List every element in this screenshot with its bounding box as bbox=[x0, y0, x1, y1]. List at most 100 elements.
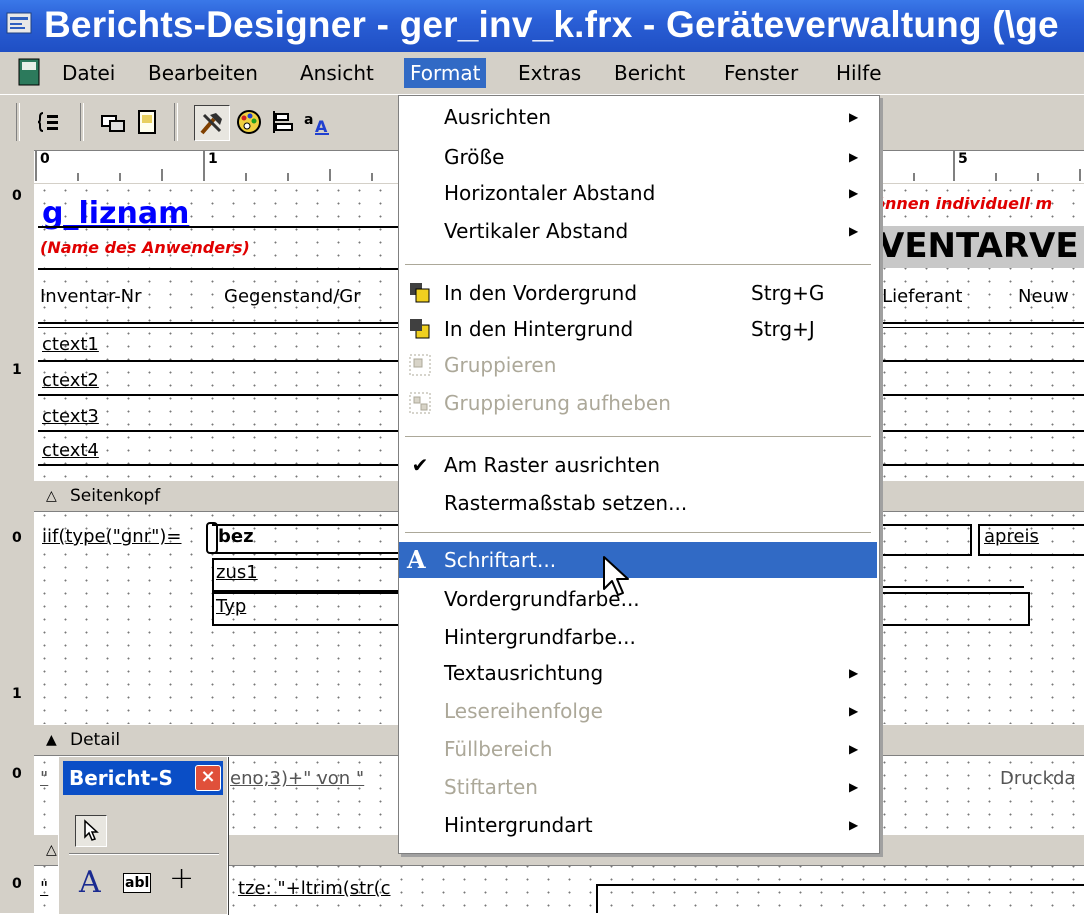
menu-item-schriftart[interactable]: A Schriftart... bbox=[399, 542, 877, 578]
menu-item-hintergrundart[interactable]: Hintergrundart ▶ bbox=[399, 808, 877, 842]
field-zus1-frame[interactable]: zus1 bbox=[212, 558, 404, 592]
field-ctext4[interactable]: ctext4 bbox=[42, 440, 99, 461]
menu-item-am-raster-ausrichten[interactable]: ✔ Am Raster ausrichten bbox=[399, 448, 877, 482]
vertical-ruler: 0 1 0 1 0 0 bbox=[0, 184, 34, 913]
menu-item-groesse[interactable]: Größe ▶ bbox=[399, 140, 877, 174]
menu-item-stiftarten[interactable]: Stiftarten ▶ bbox=[399, 770, 877, 804]
checkmark-icon: ✔ bbox=[411, 453, 429, 477]
field-apreis-frame[interactable]: apreis bbox=[978, 524, 1084, 556]
menu-item-lesereihenfolge[interactable]: Lesereihenfolge ▶ bbox=[399, 694, 877, 728]
ctext-line bbox=[38, 360, 398, 362]
toolbar-separator bbox=[16, 103, 20, 141]
app-menu-icon[interactable] bbox=[16, 58, 42, 86]
field-bez-frame bbox=[212, 524, 402, 554]
page-icon[interactable] bbox=[130, 105, 164, 139]
vruler-number: 1 bbox=[12, 686, 22, 702]
menu-item-fuellbereich[interactable]: Füllbereich ▶ bbox=[399, 732, 877, 766]
menu-item-hintergrund[interactable]: In den Hintergrund Strg+J bbox=[399, 312, 877, 346]
title-bar[interactable]: Berichts-Designer - ger_inv_k.frx - Gerä… bbox=[0, 0, 1084, 52]
ruler-number: 1 bbox=[208, 151, 218, 167]
submenu-arrow-icon: ▶ bbox=[849, 224, 859, 238]
field-red-note[interactable]: önnen individuell m bbox=[874, 194, 1052, 213]
field-tool-icon[interactable]: abl bbox=[123, 873, 152, 893]
menu-item-textausrichtung[interactable]: Textausrichtung ▶ bbox=[399, 656, 877, 690]
line-tool-icon[interactable]: + bbox=[169, 861, 194, 896]
col-inventar[interactable]: Inventar-Nr bbox=[40, 286, 142, 307]
ctext-line bbox=[874, 430, 1084, 432]
field-frame bbox=[874, 524, 972, 556]
menu-item-label: Am Raster ausrichten bbox=[444, 453, 661, 477]
field-summary-expr[interactable]: tze: "+ltrim(str(c bbox=[238, 878, 391, 899]
field-name-note[interactable]: (Name des Anwenders) bbox=[40, 238, 250, 257]
menu-item-label: Gruppierung aufheben bbox=[444, 391, 671, 415]
label-tool-icon[interactable]: A bbox=[79, 865, 101, 900]
menu-separator bbox=[405, 436, 871, 437]
menu-item-ausrichten[interactable]: Ausrichten ▶ bbox=[399, 100, 877, 134]
field-typ-frame[interactable]: Typ bbox=[212, 592, 404, 626]
menu-item-gruppierung-aufheben[interactable]: Gruppierung aufheben bbox=[399, 386, 877, 420]
field-page-expr-left[interactable]: " bbox=[40, 768, 48, 789]
menu-item-label: Stiftarten bbox=[444, 775, 538, 799]
band-collapse-icon: ▲ bbox=[46, 732, 57, 748]
menu-item-label: Gruppieren bbox=[444, 353, 557, 377]
pointer-tool-button[interactable] bbox=[75, 815, 107, 847]
menu-item-vertikaler-abstand[interactable]: Vertikaler Abstand ▶ bbox=[399, 214, 877, 248]
menu-bearbeiten[interactable]: Bearbeiten bbox=[142, 58, 264, 88]
field-ctext1[interactable]: ctext1 bbox=[42, 334, 99, 355]
ctext-line bbox=[874, 464, 1084, 466]
field-summary-left[interactable]: " bbox=[40, 878, 48, 899]
submenu-arrow-icon: ▶ bbox=[849, 742, 859, 756]
menu-hilfe[interactable]: Hilfe bbox=[830, 58, 888, 88]
menu-item-gruppieren[interactable]: Gruppieren bbox=[399, 348, 877, 382]
field-druckdatum[interactable]: Druckda bbox=[1000, 768, 1075, 789]
field-apreis: apreis bbox=[984, 526, 1039, 547]
menu-bericht[interactable]: Bericht bbox=[608, 58, 691, 88]
field-ctext3[interactable]: ctext3 bbox=[42, 406, 99, 427]
title-box[interactable]: VENTARVE bbox=[872, 226, 1084, 268]
send-to-back-icon bbox=[410, 319, 430, 339]
submenu-arrow-icon: ▶ bbox=[849, 110, 859, 124]
field-ctext2[interactable]: ctext2 bbox=[42, 370, 99, 391]
menu-item-vordergrund[interactable]: In den Vordergrund Strg+G bbox=[399, 276, 877, 310]
data-environment-icon[interactable] bbox=[96, 105, 130, 139]
field-iif[interactable]: iif(type("gnr")= bbox=[42, 526, 182, 547]
ungroup-icon bbox=[409, 392, 431, 414]
toolbox-icon[interactable] bbox=[194, 105, 230, 141]
col-lieferant[interactable]: /Lieferant bbox=[876, 286, 962, 307]
menu-extras[interactable]: Extras bbox=[512, 58, 587, 88]
menu-fenster[interactable]: Fenster bbox=[718, 58, 804, 88]
report-controls-toolbox[interactable]: Bericht-S × A abl + bbox=[58, 756, 228, 915]
menu-item-hintergrundfarbe[interactable]: Hintergrundfarbe... bbox=[399, 620, 877, 654]
report-designer-icon bbox=[6, 12, 32, 34]
menu-item-rastermassstab[interactable]: Rastermaßstab setzen... bbox=[399, 486, 877, 520]
menu-bar: Datei Bearbeiten Ansicht Format Extras B… bbox=[0, 52, 1084, 94]
ctext-line bbox=[874, 394, 1084, 396]
menu-item-label: Hintergrundfarbe... bbox=[444, 625, 636, 649]
ctext-line bbox=[38, 394, 398, 396]
toolbox-titlebar[interactable]: Bericht-S × bbox=[63, 761, 223, 795]
font-size-icon[interactable]: aA bbox=[300, 105, 334, 139]
layout-align-icon[interactable] bbox=[266, 105, 300, 139]
menu-item-vordergrundfarbe[interactable]: Vordergrundfarbe... bbox=[399, 582, 877, 616]
vruler-number: 0 bbox=[12, 766, 22, 782]
submenu-arrow-icon: ▶ bbox=[849, 818, 859, 832]
field-zus1: zus1 bbox=[216, 562, 258, 583]
col-neuw[interactable]: Neuw bbox=[1018, 286, 1069, 307]
menu-format[interactable]: Format bbox=[404, 58, 487, 88]
menu-datei[interactable]: Datei bbox=[56, 58, 121, 88]
menu-ansicht[interactable]: Ansicht bbox=[294, 58, 380, 88]
toolbox-separator bbox=[69, 853, 219, 855]
close-icon[interactable]: × bbox=[195, 765, 221, 791]
menu-item-label: Vertikaler Abstand bbox=[444, 219, 629, 243]
group-layout-icon[interactable] bbox=[32, 105, 66, 139]
palette-icon[interactable] bbox=[232, 105, 266, 139]
field-frame bbox=[874, 592, 1030, 626]
submenu-arrow-icon: ▶ bbox=[849, 150, 859, 164]
menu-item-horizontaler-abstand[interactable]: Horizontaler Abstand ▶ bbox=[399, 176, 877, 210]
ruler-number: 0 bbox=[40, 151, 50, 167]
col-gegenstand[interactable]: Gegenstand/Gr bbox=[224, 286, 361, 307]
field-title: VENTARVE bbox=[878, 226, 1079, 266]
menu-item-label: Ausrichten bbox=[444, 105, 552, 129]
field-page-expr[interactable]: eno;3)+" von " bbox=[230, 768, 364, 789]
window-title: Berichts-Designer - ger_inv_k.frx - Gerä… bbox=[44, 4, 1059, 45]
